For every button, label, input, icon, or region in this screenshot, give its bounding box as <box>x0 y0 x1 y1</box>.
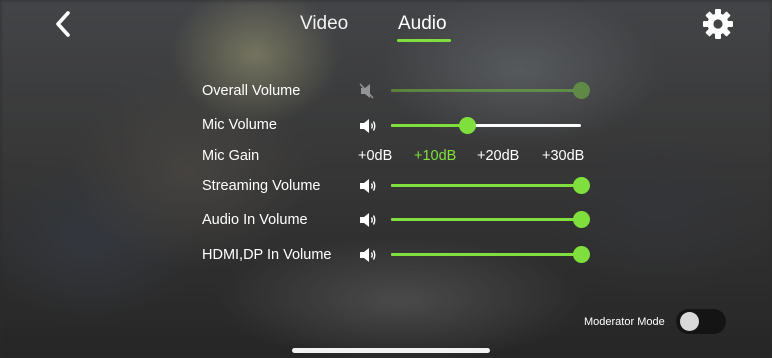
moderator-mode-toggle[interactable] <box>676 309 726 334</box>
chevron-left-icon <box>56 11 70 37</box>
home-indicator <box>292 348 490 353</box>
overall-volume-label: Overall Volume <box>202 83 301 99</box>
moderator-mode-label: Moderator Mode <box>584 316 665 328</box>
hdmi-dp-in-volume-label: HDMI,DP In Volume <box>202 247 332 263</box>
streaming-volume-label: Streaming Volume <box>202 178 321 194</box>
slider-thumb[interactable] <box>573 82 590 99</box>
background-dim-overlay <box>0 0 772 358</box>
slider-thumb[interactable] <box>573 246 590 263</box>
streaming-volume-slider[interactable] <box>391 175 590 197</box>
active-tab-indicator <box>397 39 451 42</box>
tab-audio[interactable]: Audio <box>398 13 447 35</box>
speaker-icon <box>359 247 377 263</box>
audio-in-volume-slider[interactable] <box>391 209 590 231</box>
mic-volume-label: Mic Volume <box>202 117 277 133</box>
mic-gain-option-0db[interactable]: +0dB <box>358 148 392 165</box>
hdmi-dp-in-volume-slider[interactable] <box>391 244 590 266</box>
mic-gain-option-30db[interactable]: +30dB <box>542 148 584 165</box>
tab-video[interactable]: Video <box>300 13 348 35</box>
toggle-thumb <box>680 312 699 331</box>
audio-in-volume-label: Audio In Volume <box>202 212 308 228</box>
speaker-icon <box>359 212 377 228</box>
speaker-icon <box>359 118 377 134</box>
gear-icon <box>703 9 733 39</box>
mic-gain-option-10db[interactable]: +10dB <box>414 148 456 165</box>
slider-thumb[interactable] <box>573 177 590 194</box>
overall-volume-slider[interactable] <box>391 80 590 102</box>
mic-gain-label: Mic Gain <box>202 148 260 164</box>
settings-button[interactable] <box>702 8 734 40</box>
slider-fill <box>391 89 581 92</box>
slider-fill <box>391 184 581 187</box>
speaker-icon <box>359 178 377 194</box>
mic-gain-option-20db[interactable]: +20dB <box>477 148 519 165</box>
speaker-muted-icon <box>359 83 377 99</box>
slider-fill <box>391 124 467 127</box>
slider-thumb[interactable] <box>573 211 590 228</box>
slider-fill <box>391 253 581 256</box>
slider-thumb[interactable] <box>459 117 476 134</box>
mic-volume-slider[interactable] <box>391 115 581 137</box>
slider-fill <box>391 218 581 221</box>
back-button[interactable] <box>52 10 76 38</box>
